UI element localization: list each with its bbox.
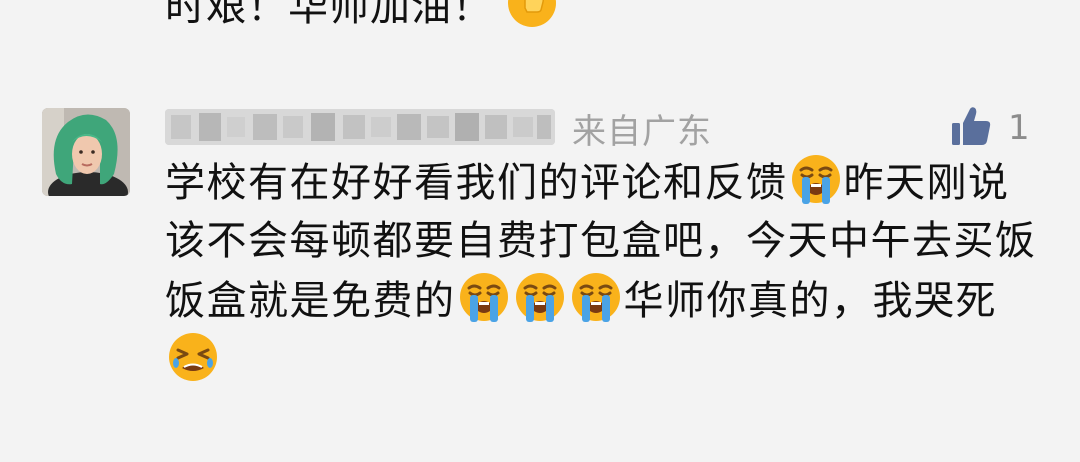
- thumbs-up-icon: [950, 105, 992, 151]
- comment-text-segment: 华师你真的，我哭死: [623, 278, 997, 324]
- avatar[interactable]: [42, 108, 130, 196]
- like-count: 1: [1008, 108, 1030, 148]
- loudly-crying-face-emoji-icon: [457, 270, 511, 324]
- comment-text: 学校有在好好看我们的评论和反馈 昨天刚说该不会每顿都要自费打包盒吧，今天中午去买…: [165, 152, 1045, 390]
- comment-item: 来自广东 1 学校有在好好看我们的评论和反馈 昨天刚说该不会每顿都要自费打包盒吧…: [0, 0, 1080, 462]
- tired-face-emoji-icon: [166, 330, 220, 384]
- loudly-crying-face-emoji-icon: [513, 270, 567, 324]
- username-redacted: [165, 109, 555, 145]
- like-button[interactable]: 1: [950, 105, 1030, 151]
- loudly-crying-face-emoji-icon: [569, 270, 623, 324]
- comment-location: 来自广东: [572, 112, 712, 152]
- loudly-crying-face-emoji-icon: [789, 152, 843, 206]
- comment-text-segment: 学校有在好好看我们的评论和反馈: [165, 160, 788, 206]
